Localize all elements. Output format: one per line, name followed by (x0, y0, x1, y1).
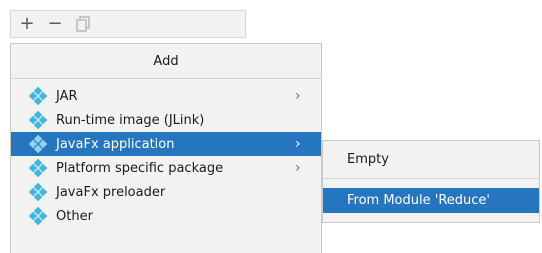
menu-list: JAR › Run-time image (JLink) JavaFx appl… (11, 84, 321, 228)
artifact-icon (28, 158, 48, 178)
menu-header: Add (11, 44, 321, 79)
menu-item-label: JavaFx application (56, 136, 175, 152)
artifact-icon (28, 182, 48, 202)
artifact-icon (28, 206, 48, 226)
plus-icon: + (19, 13, 35, 34)
chevron-right-icon: › (295, 136, 301, 152)
add-menu: Add JAR › Run-time image (JLink) JavaFx … (10, 43, 322, 253)
submenu-item-label: From Module 'Reduce' (347, 193, 490, 208)
artifact-icon (28, 110, 48, 130)
menu-item-label: JAR (56, 88, 78, 104)
menu-item-label: Run-time image (JLink) (56, 112, 205, 128)
chevron-right-icon: › (295, 160, 301, 176)
submenu-item-label: Empty (347, 152, 389, 167)
menu-item-javafx-preloader[interactable]: JavaFx preloader (11, 180, 321, 204)
menu-item-label: JavaFx preloader (56, 184, 166, 200)
menu-item-label: Other (56, 208, 93, 224)
menu-item-label: Platform specific package (56, 160, 224, 176)
copy-icon (76, 16, 90, 32)
menu-item-jar[interactable]: JAR › (11, 84, 321, 108)
menu-item-other[interactable]: Other (11, 204, 321, 228)
chevron-right-icon: › (295, 88, 301, 104)
artifacts-toolbar: + − (10, 10, 246, 38)
remove-button[interactable]: − (45, 14, 65, 34)
menu-item-platform-package[interactable]: Platform specific package › (11, 156, 321, 180)
javafx-submenu: Empty From Module 'Reduce' (322, 140, 540, 223)
submenu-item-empty[interactable]: Empty (323, 147, 539, 172)
submenu-divider (323, 178, 539, 179)
menu-item-javafx-application[interactable]: JavaFx application › (11, 132, 321, 156)
copy-button[interactable] (73, 14, 93, 34)
submenu-item-from-module[interactable]: From Module 'Reduce' (323, 188, 539, 213)
artifact-icon (28, 134, 48, 154)
menu-item-runtime-image[interactable]: Run-time image (JLink) (11, 108, 321, 132)
minus-icon: − (47, 13, 63, 34)
add-button[interactable]: + (17, 14, 37, 34)
artifact-icon (28, 86, 48, 106)
